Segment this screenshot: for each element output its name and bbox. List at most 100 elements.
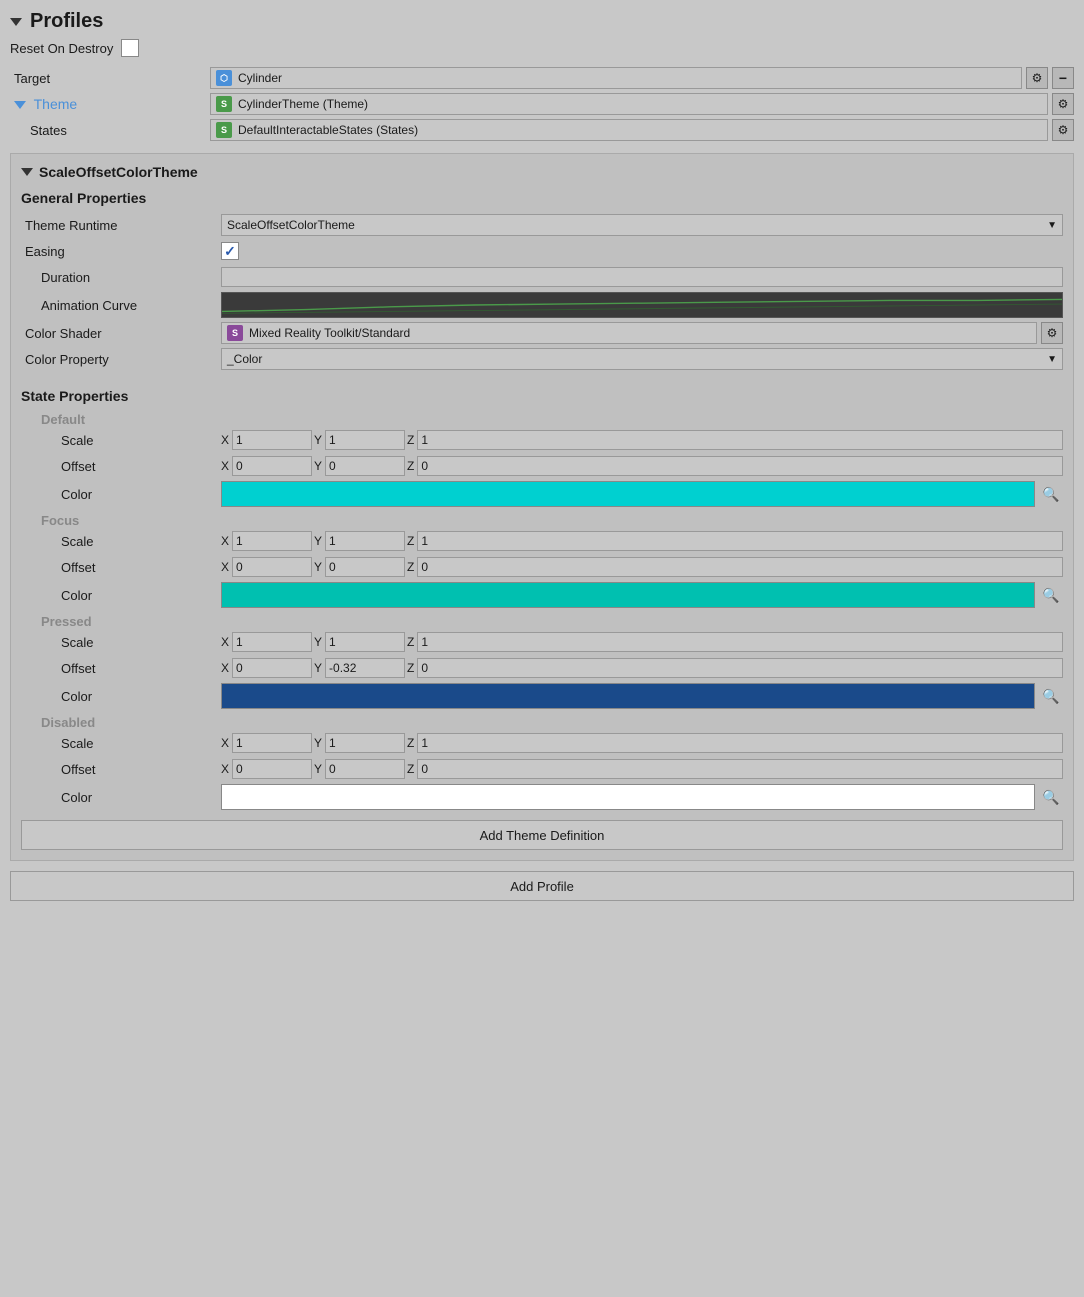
default-color-label: Color	[21, 487, 221, 502]
disabled-color-label: Color	[21, 790, 221, 805]
disabled-scale-y-input[interactable]	[325, 733, 405, 753]
focus-offset-x-input[interactable]	[232, 557, 312, 577]
profiles-header: Profiles	[10, 10, 1074, 33]
pressed-scale-y-input[interactable]	[325, 632, 405, 652]
disabled-scale-z-input[interactable]	[417, 733, 1063, 753]
easing-checkbox[interactable]: ✓	[221, 242, 239, 260]
disabled-offset-x-label: X	[221, 762, 229, 776]
disabled-offset-z-label: Z	[407, 762, 414, 776]
states-gear-button[interactable]: ⚙	[1052, 119, 1074, 141]
default-eyedropper-button[interactable]: 🔍	[1039, 481, 1063, 507]
states-container: Default Scale X Y Z Offset	[21, 412, 1063, 810]
disabled-offset-y-label: Y	[314, 762, 322, 776]
default-scale-z-input[interactable]	[417, 430, 1063, 450]
states-field[interactable]: S DefaultInteractableStates (States)	[210, 119, 1048, 141]
default-color-swatch[interactable]	[221, 481, 1035, 507]
animation-curve-preview[interactable]	[221, 292, 1063, 318]
pressed-scale-row: Scale X Y Z	[21, 631, 1063, 653]
focus-scale-z-label: Z	[407, 534, 414, 548]
default-offset-y-input[interactable]	[325, 456, 405, 476]
state-default: Default Scale X Y Z Offset	[21, 412, 1063, 507]
color-property-field-area: _Color ▼	[221, 348, 1063, 370]
default-scale-y-input[interactable]	[325, 430, 405, 450]
pressed-scale-x-label: X	[221, 635, 229, 649]
focus-offset-y-label: Y	[314, 560, 322, 574]
state-disabled: Disabled Scale X Y Z Offset X	[21, 715, 1063, 810]
target-label: Target	[10, 71, 210, 86]
disabled-scale-x-input[interactable]	[232, 733, 312, 753]
default-offset-z-input[interactable]	[417, 456, 1063, 476]
color-shader-gear-button[interactable]: ⚙	[1041, 322, 1063, 344]
disabled-offset-x-input[interactable]	[232, 759, 312, 779]
easing-field-area: ✓	[221, 242, 1063, 260]
default-scale-x-input[interactable]	[232, 430, 312, 450]
state-properties-title: State Properties	[21, 388, 1063, 404]
target-gear-button[interactable]: ⚙	[1026, 67, 1048, 89]
target-minus-button[interactable]: −	[1052, 67, 1074, 89]
add-theme-definition-button[interactable]: Add Theme Definition	[21, 820, 1063, 850]
disabled-offset-y-input[interactable]	[325, 759, 405, 779]
theme-runtime-label: Theme Runtime	[21, 218, 221, 233]
color-shader-field[interactable]: S Mixed Reality Toolkit/Standard	[221, 322, 1037, 344]
disabled-scale-row: Scale X Y Z	[21, 732, 1063, 754]
pressed-offset-y-input[interactable]	[325, 658, 405, 678]
states-icon: S	[216, 122, 232, 138]
theme-section-collapse-icon[interactable]	[21, 168, 33, 176]
theme-runtime-arrow-icon: ▼	[1047, 220, 1057, 231]
default-color-row: Color 🔍	[21, 481, 1063, 507]
focus-offset-label: Offset	[21, 560, 221, 575]
duration-field-area: 0.1	[221, 267, 1063, 287]
add-profile-button[interactable]: Add Profile	[10, 871, 1074, 901]
focus-scale-y-label: Y	[314, 534, 322, 548]
default-offset-x-input[interactable]	[232, 456, 312, 476]
pressed-scale-z-input[interactable]	[417, 632, 1063, 652]
theme-value: CylinderTheme (Theme)	[238, 97, 368, 111]
theme-gear-button[interactable]: ⚙	[1052, 93, 1074, 115]
focus-eyedropper-button[interactable]: 🔍	[1039, 582, 1063, 608]
focus-scale-x-input[interactable]	[232, 531, 312, 551]
color-shader-field-area: S Mixed Reality Toolkit/Standard ⚙	[221, 322, 1063, 344]
focus-scale-y-input[interactable]	[325, 531, 405, 551]
pressed-eyedropper-button[interactable]: 🔍	[1039, 683, 1063, 709]
theme-collapse-icon[interactable]	[14, 101, 26, 109]
pressed-offset-x-input[interactable]	[232, 658, 312, 678]
pressed-offset-z-input[interactable]	[417, 658, 1063, 678]
pressed-color-swatch[interactable]	[221, 683, 1035, 709]
theme-field[interactable]: S CylinderTheme (Theme)	[210, 93, 1048, 115]
checkmark-icon: ✓	[224, 243, 236, 260]
profiles-collapse-icon[interactable]	[10, 18, 22, 26]
theme-row: Theme S CylinderTheme (Theme) ⚙	[10, 93, 1074, 115]
duration-input[interactable]: 0.1	[221, 267, 1063, 287]
pressed-color-label: Color	[21, 689, 221, 704]
duration-label: Duration	[21, 270, 221, 285]
state-default-label: Default	[21, 412, 1063, 427]
focus-offset-row: Offset X Y Z	[21, 556, 1063, 578]
theme-link[interactable]: Theme	[34, 96, 78, 112]
focus-offset-y-input[interactable]	[325, 557, 405, 577]
disabled-offset-z-input[interactable]	[417, 759, 1063, 779]
disabled-color-swatch[interactable]	[221, 784, 1035, 810]
theme-field-area: S CylinderTheme (Theme) ⚙	[210, 93, 1074, 115]
pressed-offset-z-label: Z	[407, 661, 414, 675]
target-field[interactable]: ⬡ Cylinder	[210, 67, 1022, 89]
default-scale-y-label: Y	[314, 433, 322, 447]
default-offset-label: Offset	[21, 459, 221, 474]
profiles-title: Profiles	[30, 10, 103, 33]
pressed-scale-x-input[interactable]	[232, 632, 312, 652]
theme-runtime-value: ScaleOffsetColorTheme	[227, 218, 355, 232]
color-shader-value: Mixed Reality Toolkit/Standard	[249, 326, 410, 340]
focus-offset-z-input[interactable]	[417, 557, 1063, 577]
focus-scale-label: Scale	[21, 534, 221, 549]
reset-checkbox[interactable]	[121, 39, 139, 57]
states-field-area: S DefaultInteractableStates (States) ⚙	[210, 119, 1074, 141]
focus-scale-z-input[interactable]	[417, 531, 1063, 551]
color-property-arrow-icon: ▼	[1047, 354, 1057, 365]
disabled-eyedropper-button[interactable]: 🔍	[1039, 784, 1063, 810]
color-property-label: Color Property	[21, 352, 221, 367]
color-property-select[interactable]: _Color ▼	[221, 348, 1063, 370]
default-offset-x-label: X	[221, 459, 229, 473]
theme-runtime-select[interactable]: ScaleOffsetColorTheme ▼	[221, 214, 1063, 236]
default-scale-row: Scale X Y Z	[21, 429, 1063, 451]
focus-color-swatch[interactable]	[221, 582, 1035, 608]
disabled-scale-x-label: X	[221, 736, 229, 750]
